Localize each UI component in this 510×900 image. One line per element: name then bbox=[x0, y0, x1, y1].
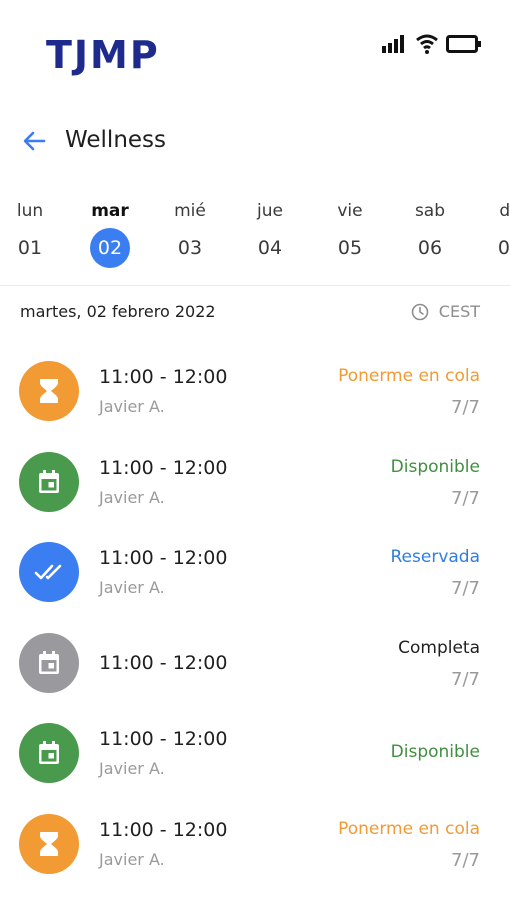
day-name: jue bbox=[257, 201, 283, 221]
day-jue[interactable]: jue 04 bbox=[240, 196, 300, 268]
instructor-name: Javier A. bbox=[99, 578, 165, 597]
timezone: CEST bbox=[411, 301, 480, 323]
session-time: 11:00 - 12:00 bbox=[99, 728, 228, 750]
day-mar[interactable]: mar 02 bbox=[80, 196, 140, 268]
capacity-count: 7/7 bbox=[451, 487, 480, 509]
hourglass-avatar bbox=[19, 361, 79, 421]
clock-icon bbox=[411, 303, 429, 321]
status-bar bbox=[382, 34, 482, 58]
session-status[interactable]: Ponerme en cola bbox=[338, 364, 480, 388]
day-name: sab bbox=[414, 201, 446, 221]
day-number: 02 bbox=[90, 228, 130, 268]
session-row[interactable]: 11:00 - 12:00 Javier A. Disponible 7/7 bbox=[0, 437, 510, 528]
instructor-name: Javier A. bbox=[99, 487, 165, 507]
hourglass-avatar bbox=[19, 813, 79, 874]
day-name: vie bbox=[337, 201, 363, 221]
day-name: mié bbox=[174, 201, 206, 221]
calendar-icon bbox=[37, 740, 61, 766]
capacity-count: 7/7 bbox=[451, 849, 480, 871]
session-time: 11:00 - 12:00 bbox=[99, 547, 228, 569]
calendar-avatar bbox=[19, 723, 79, 783]
session-status[interactable]: Disponible bbox=[391, 740, 480, 764]
session-time: 11:00 - 12:00 bbox=[99, 651, 228, 674]
week-selector: lun 01 mar 02 mié 03 jue 04 vie 05 sab 06 do 07 bbox=[0, 196, 510, 286]
timezone-label: CEST bbox=[438, 302, 480, 321]
day-name: do bbox=[499, 201, 510, 221]
day-number: 01 bbox=[17, 237, 43, 259]
session-list: 11:00 - 12:00 Javier A. Ponerme en cola 7/7… bbox=[0, 346, 510, 889]
session-row[interactable]: 11:00 - 12:00 Javier A. Disponible bbox=[0, 708, 510, 799]
calendar-icon bbox=[37, 469, 61, 495]
arrow-left-icon bbox=[23, 131, 46, 151]
date-bar: martes, 02 febrero 2022 CEST bbox=[0, 295, 510, 329]
day-number: 03 bbox=[177, 237, 203, 259]
session-row[interactable]: 11:00 - 12:00 Javier A. Ponerme en cola 7/7 bbox=[0, 346, 510, 437]
top-bar: TJMP bbox=[0, 0, 510, 90]
page-header: Wellness bbox=[0, 110, 510, 170]
calendar-avatar bbox=[19, 632, 79, 693]
battery-icon bbox=[446, 34, 482, 58]
wifi-icon bbox=[416, 34, 438, 58]
capacity-count: 7/7 bbox=[451, 668, 480, 690]
hourglass-icon bbox=[37, 831, 61, 857]
capacity-count: 7/7 bbox=[451, 578, 480, 599]
divider bbox=[0, 285, 510, 286]
day-number: 07 bbox=[497, 237, 510, 259]
day-name: mar bbox=[91, 201, 129, 221]
session-time: 11:00 - 12:00 bbox=[99, 366, 228, 388]
capacity-count: 7/7 bbox=[451, 397, 480, 418]
session-row[interactable]: 11:00 - 12:00 Javier A. Reservada 7/7 bbox=[0, 527, 510, 618]
session-time: 11:00 - 12:00 bbox=[99, 818, 228, 841]
calendar-avatar bbox=[19, 451, 79, 512]
day-number: 06 bbox=[417, 237, 443, 259]
day-name: lun bbox=[16, 201, 44, 221]
session-row[interactable]: 11:00 - 12:00 Completa 7/7 bbox=[0, 618, 510, 709]
calendar-icon bbox=[37, 650, 61, 676]
day-number: 05 bbox=[337, 237, 363, 259]
session-status[interactable]: Reservada bbox=[391, 545, 481, 569]
page-title: Wellness bbox=[65, 127, 167, 153]
instructor-name: Javier A. bbox=[99, 759, 165, 778]
app-logo: TJMP bbox=[46, 33, 160, 77]
instructor-name: Javier A. bbox=[99, 849, 165, 869]
day-vie[interactable]: vie 05 bbox=[320, 196, 380, 268]
back-button[interactable] bbox=[20, 126, 50, 156]
signal-icon bbox=[382, 35, 408, 57]
instructor-name: Javier A. bbox=[99, 397, 165, 416]
day-mié[interactable]: mié 03 bbox=[160, 196, 220, 268]
day-do[interactable]: do 07 bbox=[480, 196, 510, 268]
day-lun[interactable]: lun 01 bbox=[0, 196, 60, 268]
session-status[interactable]: Completa bbox=[398, 636, 480, 660]
session-status[interactable]: Ponerme en cola bbox=[338, 817, 480, 841]
session-status[interactable]: Disponible bbox=[391, 455, 480, 479]
session-time: 11:00 - 12:00 bbox=[99, 456, 228, 479]
session-row[interactable]: 11:00 - 12:00 Javier A. Ponerme en cola 7/7 bbox=[0, 799, 510, 890]
double-check-icon bbox=[34, 562, 64, 582]
day-number: 04 bbox=[257, 237, 283, 259]
double-check-avatar bbox=[19, 542, 79, 602]
day-sab[interactable]: sab 06 bbox=[400, 196, 460, 268]
selected-date: martes, 02 febrero 2022 bbox=[20, 302, 216, 321]
hourglass-icon bbox=[37, 378, 61, 404]
